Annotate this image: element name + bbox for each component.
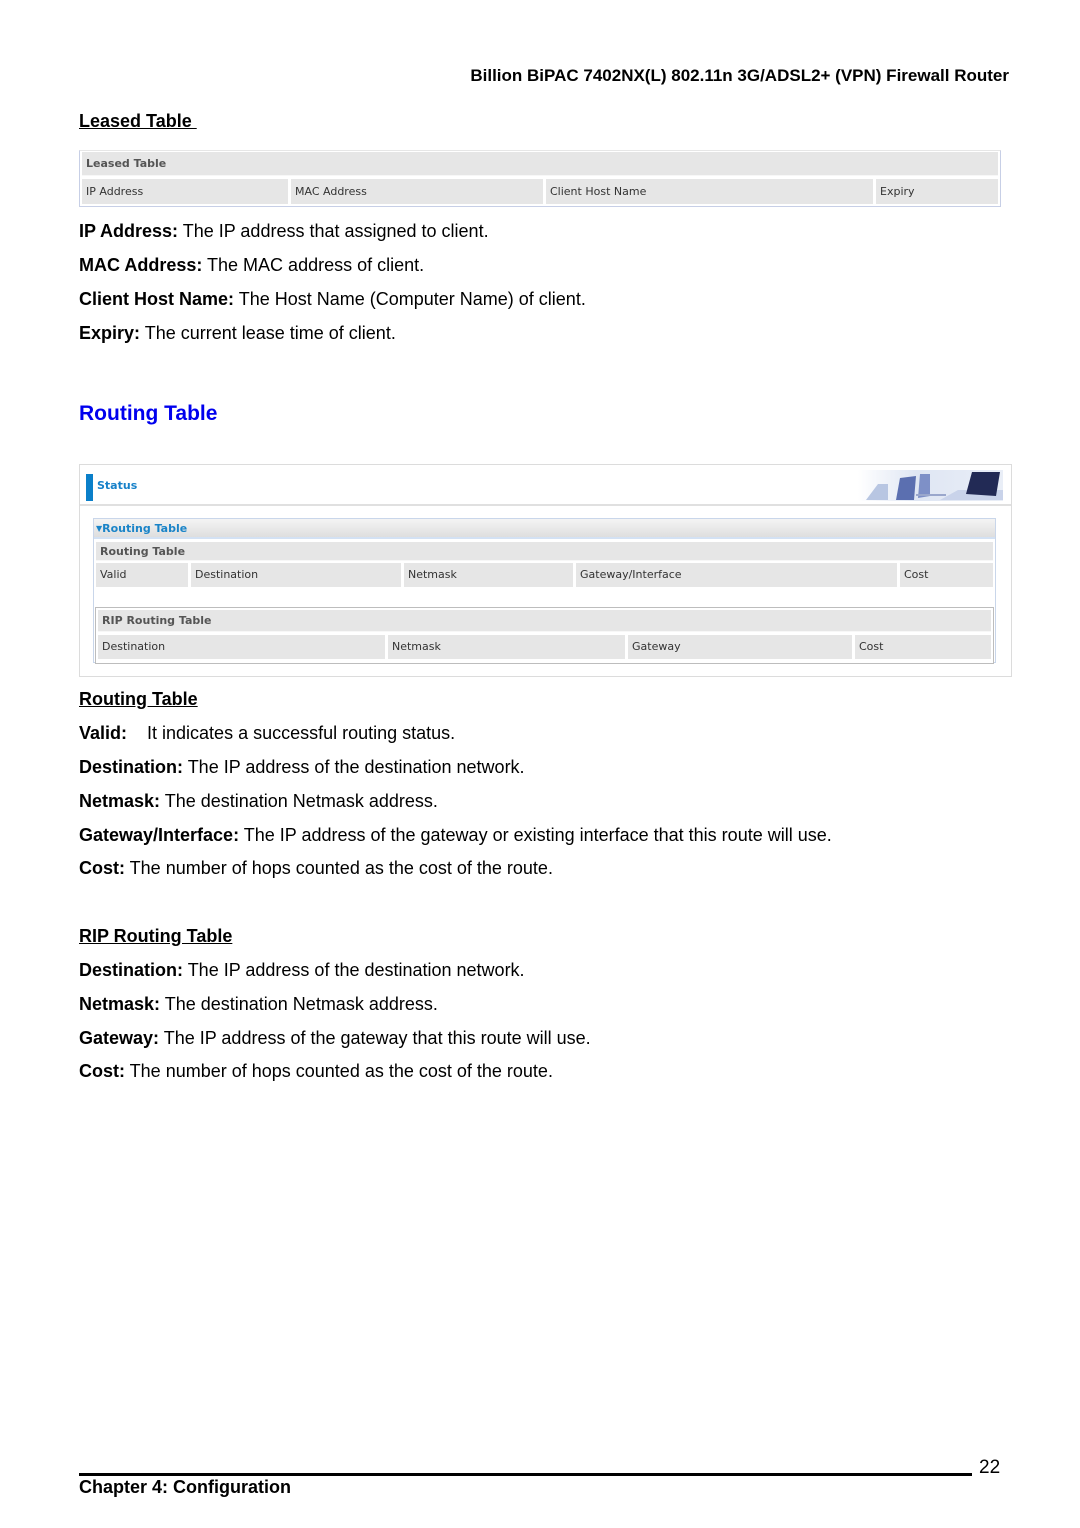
document-header-title: Billion BiPAC 7402NX(L) 802.11n 3G/ADSL2… (470, 66, 1009, 85)
status-label: Status (97, 479, 138, 492)
footer-rule (79, 1473, 972, 1476)
leased-table-heading: Leased Table (79, 111, 197, 131)
column-header-destination: Destination (191, 563, 401, 587)
description-expiry: Expiry: The current lease time of client… (79, 323, 396, 343)
column-header-netmask: Netmask (404, 563, 573, 587)
rip-description-gateway: Gateway: The IP address of the gateway t… (79, 1028, 591, 1048)
leased-table-header-row: IP Address MAC Address Client Host Name … (82, 179, 998, 204)
rip-description-cost: Cost: The number of hops counted as the … (79, 1061, 553, 1081)
description-client-host-name: Client Host Name: The Host Name (Compute… (79, 289, 586, 309)
rip-column-header-netmask: Netmask (388, 635, 625, 659)
footer-chapter: Chapter 4: Configuration (79, 1477, 291, 1497)
routing-table-panel: ▼Routing Table Routing Table Valid Desti… (93, 518, 996, 664)
routing-table-title: Routing Table (96, 542, 993, 561)
column-header-gateway-interface: Gateway/Interface (576, 563, 897, 587)
page-number: 22 (979, 1457, 1001, 1478)
rip-column-header-destination: Destination (98, 635, 385, 659)
routing-table-panel-title: Routing Table (102, 522, 188, 535)
column-header-ip-address: IP Address (82, 179, 288, 204)
column-header-cost: Cost (900, 563, 993, 587)
rip-description-netmask: Netmask: The destination Netmask address… (79, 994, 438, 1014)
description-gateway-interface: Gateway/Interface: The IP address of the… (79, 825, 832, 845)
rip-column-header-cost: Cost (855, 635, 991, 659)
routing-table-panel-header[interactable]: ▼Routing Table (94, 519, 995, 539)
column-header-mac-address: MAC Address (291, 179, 543, 204)
office-banner-image (858, 470, 1003, 501)
rip-description-destination: Destination: The IP address of the desti… (79, 960, 525, 980)
routing-table-subheading: Routing Table (79, 689, 198, 709)
description-cost: Cost: The number of hops counted as the … (79, 858, 553, 878)
column-header-expiry: Expiry (876, 179, 998, 204)
status-accent-bar (86, 474, 93, 501)
routing-table-screenshot: Status ▼Routing Table Routing Table Vali… (79, 464, 1012, 677)
status-bar: Status (80, 465, 1011, 506)
column-header-valid: Valid (96, 563, 188, 587)
rip-routing-table-subheading: RIP Routing Table (79, 926, 233, 946)
description-destination: Destination: The IP address of the desti… (79, 757, 525, 777)
rip-routing-table-title: RIP Routing Table (98, 610, 991, 632)
rip-column-header-gateway: Gateway (628, 635, 852, 659)
leased-table-title: Leased Table (82, 152, 998, 176)
rip-routing-table-header-row: Destination Netmask Gateway Cost (98, 635, 991, 659)
routing-table-header-row: Valid Destination Netmask Gateway/Interf… (96, 563, 993, 587)
description-ip-address: IP Address: The IP address that assigned… (79, 221, 489, 241)
column-header-client-host-name: Client Host Name (546, 179, 873, 204)
routing-table-section-heading: Routing Table (79, 402, 218, 425)
description-valid: Valid: It indicates a successful routing… (79, 723, 456, 743)
description-mac-address: MAC Address: The MAC address of client. (79, 255, 425, 275)
rip-routing-table: RIP Routing Table Destination Netmask Ga… (95, 607, 994, 664)
leased-table-screenshot: Leased Table IP Address MAC Address Clie… (79, 150, 1001, 207)
description-netmask: Netmask: The destination Netmask address… (79, 791, 438, 811)
